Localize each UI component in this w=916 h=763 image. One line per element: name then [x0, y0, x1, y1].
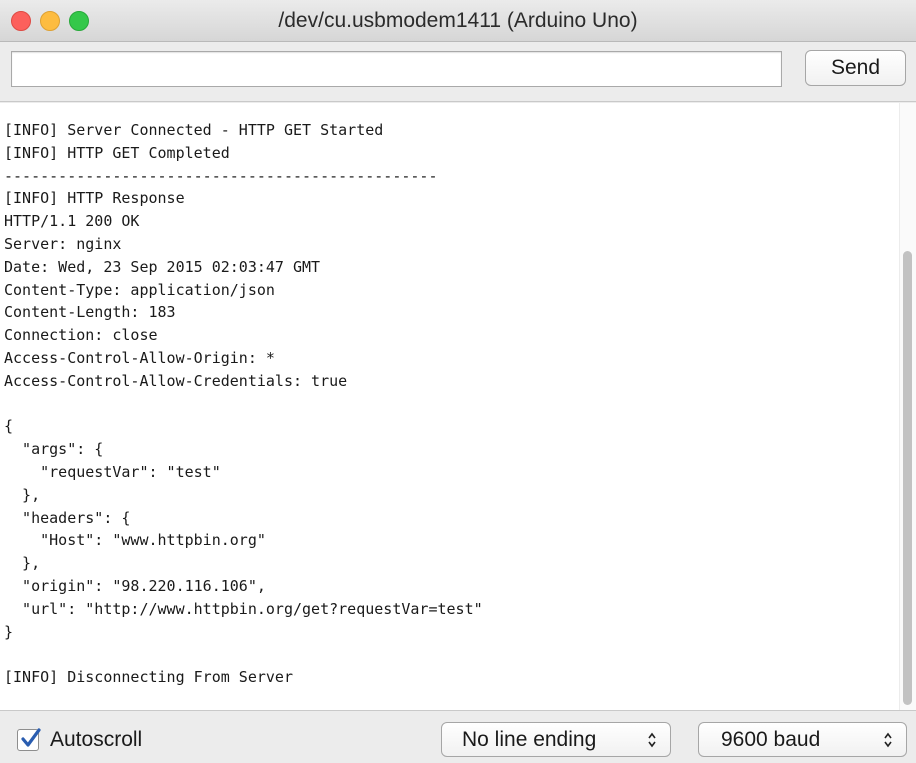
- stepper-arrows-icon: [648, 732, 656, 748]
- output-line: Connection: close: [4, 326, 158, 345]
- send-button[interactable]: Send: [805, 50, 906, 86]
- output-line: Access-Control-Allow-Credentials: true: [4, 371, 348, 390]
- title-bar[interactable]: /dev/cu.usbmodem1411 (Arduino Uno): [0, 0, 916, 42]
- autoscroll-label: Autoscroll: [50, 728, 143, 751]
- input-row: Send: [0, 42, 916, 102]
- line-ending-select[interactable]: No line ending: [441, 722, 671, 757]
- scrollbar-thumb[interactable]: [903, 251, 912, 705]
- output-line: Content-Type: application/json: [4, 280, 275, 299]
- output-line: Content-Length: 183: [4, 303, 176, 322]
- output-line: "url": "http://www.httpbin.org/get?reque…: [4, 599, 483, 618]
- output-line: [INFO] HTTP Response: [4, 189, 185, 208]
- output-line: [INFO] HTTP GET Completed: [4, 143, 230, 162]
- output-line: [INFO] Disconnecting From Server: [4, 668, 293, 687]
- output-line: HTTP/1.1 200 OK: [4, 212, 140, 231]
- output-line: "args": {: [4, 440, 104, 459]
- stepper-arrows-icon: [884, 732, 892, 748]
- output-line: "headers": {: [4, 508, 131, 527]
- output-line: [INFO] Server Connected - HTTP GET Start…: [4, 121, 384, 139]
- output-line: }: [4, 622, 14, 641]
- output-line: Server: nginx: [4, 234, 122, 253]
- footer-bar: Autoscroll No line ending 9600 baud: [0, 711, 916, 763]
- serial-input[interactable]: [11, 51, 782, 87]
- output-line: "origin": "98.220.116.106",: [4, 576, 266, 595]
- output-line: "Host": "www.httpbin.org": [4, 531, 266, 550]
- baud-rate-value: 9600 baud: [721, 728, 821, 751]
- output-line: },: [4, 554, 41, 573]
- window-title: /dev/cu.usbmodem1411 (Arduino Uno): [278, 9, 638, 32]
- output-line: },: [4, 485, 41, 504]
- line-ending-value: No line ending: [462, 728, 597, 751]
- output-line: {: [4, 417, 14, 436]
- baud-rate-select[interactable]: 9600 baud: [698, 722, 907, 757]
- serial-output[interactable]: [INFO] Server Connected - HTTP GET Start…: [0, 103, 916, 711]
- autoscroll-toggle[interactable]: Autoscroll: [17, 727, 142, 753]
- serial-monitor-window: /dev/cu.usbmodem1411 (Arduino Uno) Send …: [0, 0, 916, 763]
- autoscroll-checkbox[interactable]: [17, 728, 41, 751]
- output-log: [INFO] Server Connected - HTTP GET Start…: [4, 119, 483, 689]
- output-line: ----------------------------------------…: [4, 166, 438, 185]
- output-line: "requestVar": "test": [4, 462, 221, 481]
- output-line: Date: Wed, 23 Sep 2015 02:03:47 GMT: [4, 257, 321, 276]
- output-line: Access-Control-Allow-Origin: *: [4, 348, 275, 367]
- checkmark-icon: [21, 728, 41, 747]
